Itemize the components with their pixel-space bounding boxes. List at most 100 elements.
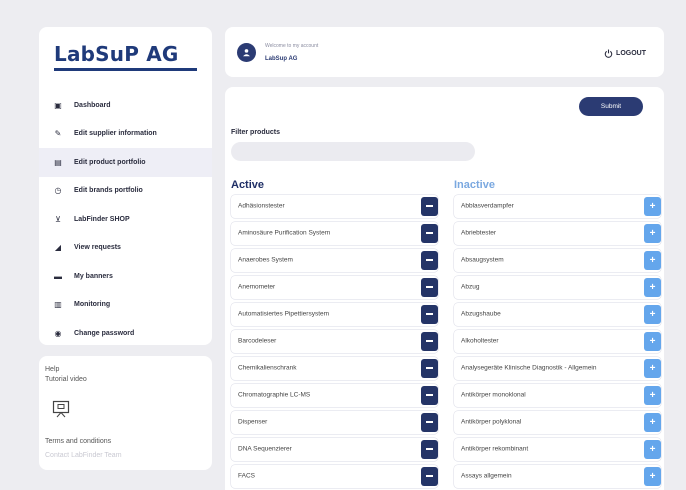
cart-icon: ⊻: [55, 214, 61, 224]
inactive-heading: Inactive: [454, 179, 495, 191]
minus-icon: [426, 259, 433, 262]
inactive-product-row: Absaugsystem +: [454, 249, 661, 272]
account-header: Welcome to my account LabSup AG LOGOUT: [225, 27, 664, 77]
minus-icon: [426, 232, 433, 235]
remove-product-button[interactable]: [421, 467, 438, 486]
product-portfolio-panel: Submit Filter products Active Inactive A…: [225, 87, 664, 490]
sidebar-item-2[interactable]: ▤ Edit product portfolio: [39, 148, 212, 177]
sidebar-item-label: Change password: [74, 329, 135, 337]
sidebar-item-label: Edit brands portfolio: [74, 187, 143, 195]
portfolio-icon: ▤: [54, 157, 62, 167]
active-product-row: Dispenser: [231, 411, 438, 434]
logout-button[interactable]: LOGOUT: [604, 49, 646, 58]
remove-product-button[interactable]: [421, 305, 438, 324]
monitoring-icon: ▥: [54, 300, 62, 310]
plus-icon: +: [649, 227, 656, 239]
tutorial-video-link[interactable]: Tutorial video: [45, 376, 87, 383]
add-product-button[interactable]: +: [644, 467, 661, 486]
inactive-product-row: Antikörper monoklonal +: [454, 384, 661, 407]
minus-icon: [426, 448, 433, 451]
help-label: Help: [45, 366, 60, 373]
submit-button[interactable]: Submit: [579, 97, 643, 116]
presentation-icon[interactable]: [52, 400, 70, 418]
active-product-row: DNA Sequenzierer: [231, 438, 438, 461]
avatar[interactable]: [237, 43, 256, 62]
remove-product-button[interactable]: [421, 197, 438, 216]
minus-icon: [426, 286, 433, 289]
minus-icon: [426, 421, 433, 424]
sidebar-item-label: Monitoring: [74, 301, 111, 309]
product-name: Abzugshaube: [461, 310, 501, 318]
inactive-product-row: Assays allgemein +: [454, 465, 661, 488]
inactive-product-row: Abblasverdampfer +: [454, 195, 661, 218]
edit-document-icon: ✎: [54, 129, 62, 139]
add-product-button[interactable]: +: [644, 251, 661, 270]
sidebar-item-label: Edit product portfolio: [74, 158, 146, 166]
contact-link[interactable]: Contact LabFinder Team: [45, 452, 122, 459]
product-name: Alkoholtester: [461, 337, 499, 345]
sidebar-item-label: View requests: [74, 244, 121, 252]
add-product-button[interactable]: +: [644, 305, 661, 324]
product-name: Anaerobes System: [238, 256, 293, 264]
product-name: Adhäsionstester: [238, 202, 285, 210]
minus-icon: [426, 475, 433, 478]
add-product-button[interactable]: +: [644, 278, 661, 297]
add-product-button[interactable]: +: [644, 440, 661, 459]
sidebar-item-3[interactable]: ◷ Edit brands portfolio: [39, 177, 212, 206]
plus-icon: +: [649, 308, 656, 320]
add-product-button[interactable]: +: [644, 359, 661, 378]
plus-icon: +: [649, 416, 656, 428]
brand-logo[interactable]: LabSuP AG: [54, 42, 179, 66]
product-name: Abriebtester: [461, 229, 497, 237]
filter-input[interactable]: [231, 142, 475, 161]
dashboard-icon: ▣: [54, 100, 62, 110]
add-product-button[interactable]: +: [644, 197, 661, 216]
active-product-row: Adhäsionstester: [231, 195, 438, 218]
sidebar-item-4[interactable]: ⊻ LabFinder SHOP: [39, 205, 212, 234]
active-product-row: Aminosäure Purification System: [231, 222, 438, 245]
minus-icon: [426, 394, 433, 397]
plus-icon: +: [649, 281, 656, 293]
product-name: Analysegeräte Klinische Diagnostik - All…: [461, 364, 597, 372]
user-icon: [243, 49, 250, 57]
product-name: Anemometer: [238, 283, 276, 291]
sidebar-item-6[interactable]: ▬ My banners: [39, 262, 212, 291]
inactive-product-row: Antikörper rekombinant +: [454, 438, 661, 461]
sidebar-item-7[interactable]: ▥ Monitoring: [39, 291, 212, 320]
active-products-list: Adhäsionstester Aminosäure Purification S…: [231, 195, 438, 490]
minus-icon: [426, 205, 433, 208]
remove-product-button[interactable]: [421, 386, 438, 405]
product-name: Absaugsystem: [461, 256, 504, 264]
active-product-row: Anemometer: [231, 276, 438, 299]
remove-product-button[interactable]: [421, 224, 438, 243]
add-product-button[interactable]: +: [644, 413, 661, 432]
remove-product-button[interactable]: [421, 332, 438, 351]
active-product-row: Barcodeleser: [231, 330, 438, 353]
add-product-button[interactable]: +: [644, 224, 661, 243]
welcome-text: Welcome to my account: [265, 43, 319, 49]
plus-icon: +: [649, 443, 656, 455]
sidebar-item-0[interactable]: ▣ Dashboard: [39, 91, 212, 120]
active-heading: Active: [231, 179, 265, 191]
plus-icon: +: [649, 254, 656, 266]
sidebar-item-1[interactable]: ✎ Edit supplier information: [39, 120, 212, 149]
product-name: Aminosäure Purification System: [238, 229, 331, 237]
active-product-row: FACS: [231, 465, 438, 488]
add-product-button[interactable]: +: [644, 332, 661, 351]
remove-product-button[interactable]: [421, 413, 438, 432]
add-product-button[interactable]: +: [644, 386, 661, 405]
sidebar-item-5[interactable]: ◢ View requests: [39, 234, 212, 263]
filter-label: Filter products: [231, 129, 281, 136]
inactive-product-row: Antikörper polyklonal +: [454, 411, 661, 434]
password-icon: ◉: [54, 328, 62, 338]
remove-product-button[interactable]: [421, 251, 438, 270]
sidebar-item-8[interactable]: ◉ Change password: [39, 319, 212, 348]
product-name: Chromatographie LC-MS: [238, 391, 311, 399]
terms-link[interactable]: Terms and conditions: [45, 438, 111, 445]
remove-product-button[interactable]: [421, 440, 438, 459]
plus-icon: +: [649, 470, 656, 482]
remove-product-button[interactable]: [421, 278, 438, 297]
product-name: Antikörper rekombinant: [461, 445, 529, 453]
product-name: DNA Sequenzierer: [238, 445, 292, 453]
remove-product-button[interactable]: [421, 359, 438, 378]
